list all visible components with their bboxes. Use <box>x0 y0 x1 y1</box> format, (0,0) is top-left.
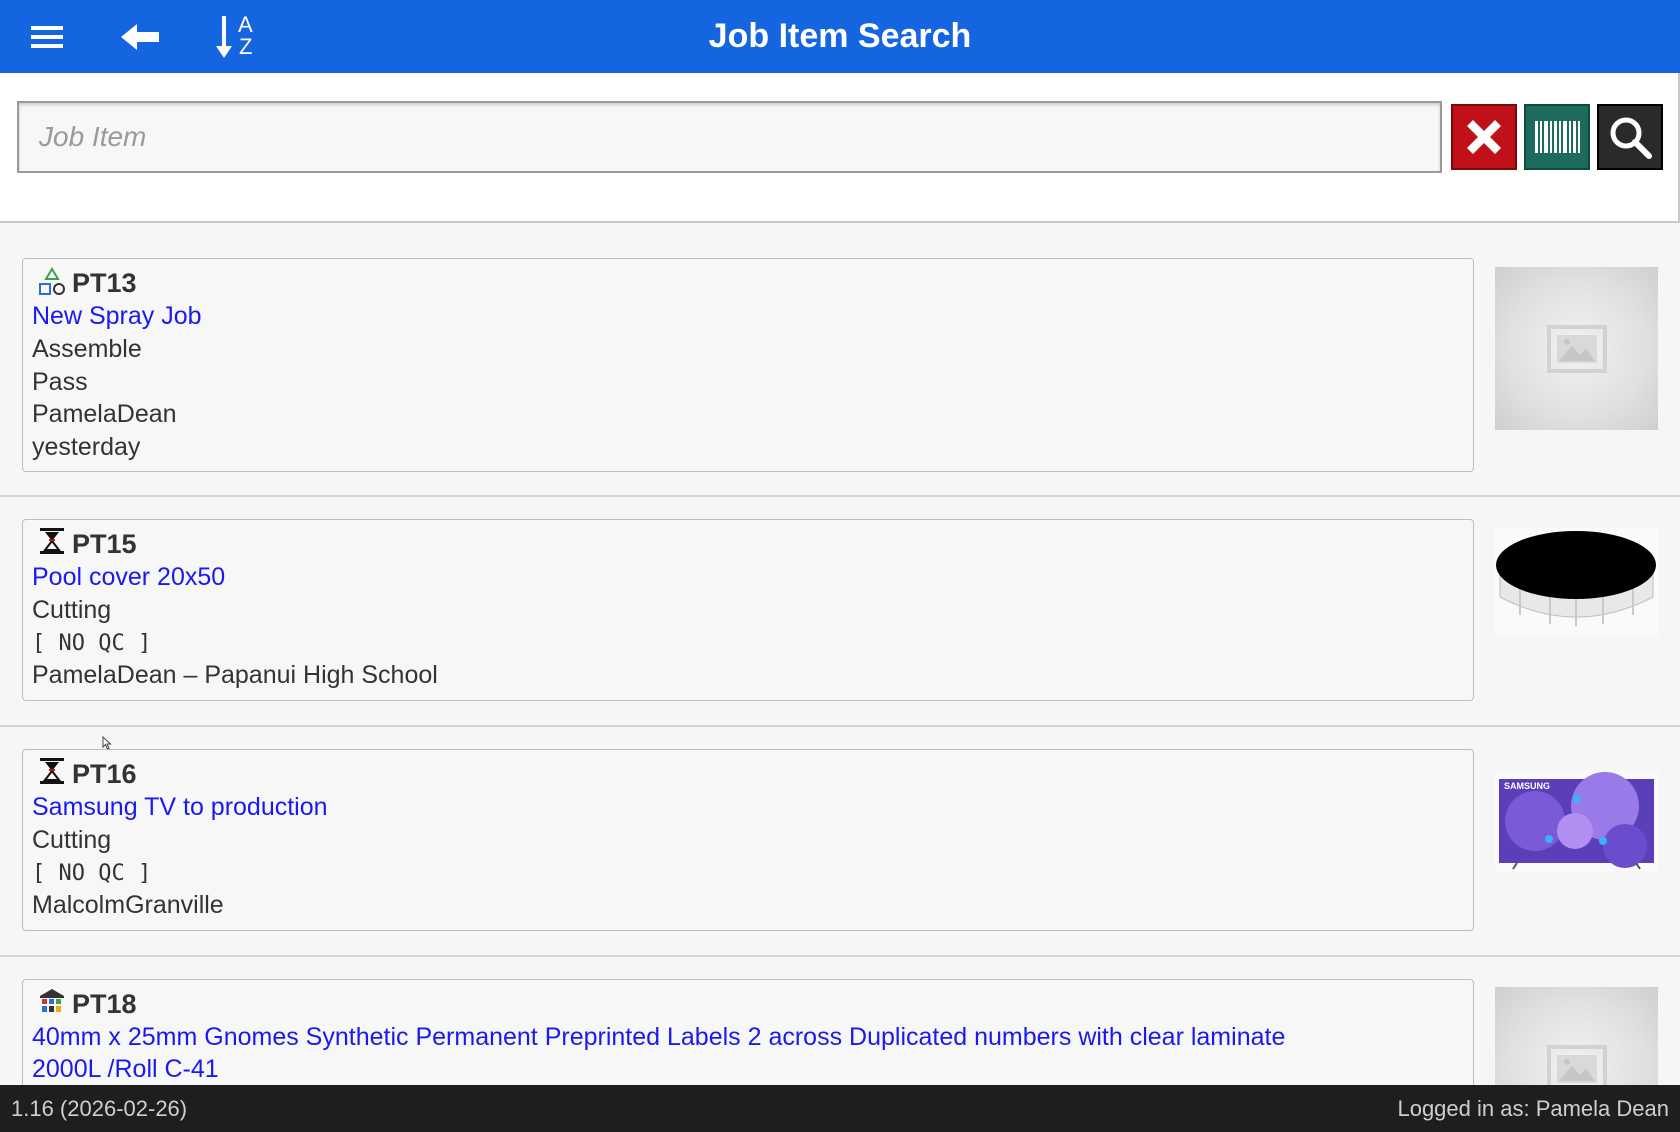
job-item-description[interactable]: Samsung TV to production <box>32 793 328 822</box>
job-item-qc-status: Pass <box>32 368 88 396</box>
pool-cover-image[interactable] <box>1495 527 1658 637</box>
samsung-tv-image[interactable]: SAMSUNG <box>1495 771 1658 871</box>
barcode-scan-button[interactable] <box>1524 104 1590 170</box>
results-list: PT13 New Spray Job Assemble Pass PamelaD… <box>0 223 1680 1085</box>
no-qc-badge: [ NO QC ] <box>32 631 152 656</box>
job-item-description[interactable]: Pool cover 20x50 <box>32 563 225 592</box>
barcode-icon <box>1535 121 1580 153</box>
job-item-code: PT18 <box>72 989 137 1019</box>
logged-in-user: Logged in as: Pamela Dean <box>1397 1096 1669 1121</box>
mouse-cursor-icon <box>102 736 112 750</box>
job-item-stage: Cutting <box>32 596 112 624</box>
job-item-description[interactable]: 40mm x 25mm Gnomes Synthetic Permanent P… <box>32 1023 1285 1052</box>
job-item-card[interactable]: PT13 New Spray Job Assemble Pass PamelaD… <box>22 258 1474 472</box>
app-version: 1.16 (2026-02-26) <box>11 1096 188 1121</box>
factory-icon <box>40 989 64 1012</box>
list-item[interactable]: PT13 New Spray Job Assemble Pass PamelaD… <box>0 223 1680 497</box>
clear-button[interactable] <box>1451 104 1517 170</box>
back-arrow-icon[interactable] <box>118 14 164 60</box>
top-bar: Job Item Search A Z <box>0 0 1680 73</box>
list-item[interactable]: PT15 Pool cover 20x50 Cutting [ NO QC ] … <box>0 497 1680 727</box>
tv-brand-label: SAMSUNG <box>1504 781 1551 791</box>
job-item-code: PT15 <box>72 529 137 559</box>
search-row <box>0 73 1680 223</box>
job-item-stage: Assemble <box>32 335 142 363</box>
list-item[interactable]: PT16 Samsung TV to production Cutting [ … <box>0 727 1680 957</box>
cutting-icon <box>40 758 64 784</box>
job-item-code: PT16 <box>72 759 137 789</box>
cutting-icon <box>40 528 64 554</box>
job-item-stage: Cutting <box>32 826 112 854</box>
search-button[interactable] <box>1597 104 1663 170</box>
sort-letter-z: Z <box>239 34 253 59</box>
job-item-card[interactable]: PT18 40mm x 25mm Gnomes Synthetic Perman… <box>22 979 1474 1085</box>
placeholder-image-icon[interactable] <box>1495 987 1658 1085</box>
sort-az-icon[interactable]: A Z <box>214 12 264 60</box>
menu-icon[interactable] <box>24 14 70 60</box>
job-item-card[interactable]: PT15 Pool cover 20x50 Cutting [ NO QC ] … <box>22 519 1474 701</box>
search-icon <box>1610 117 1652 159</box>
job-item-code: PT13 <box>72 268 137 298</box>
job-item-time: yesterday <box>32 433 141 461</box>
job-item-description[interactable]: New Spray Job <box>32 302 202 331</box>
job-item-search-input[interactable] <box>17 101 1442 173</box>
job-item-user-customer: PamelaDean – Papanui High School <box>32 661 438 689</box>
job-item-description-cont[interactable]: 2000L /Roll C-41 <box>32 1055 219 1084</box>
job-item-card[interactable]: PT16 Samsung TV to production Cutting [ … <box>22 749 1474 931</box>
shapes-icon <box>39 267 65 295</box>
job-item-user: MalcolmGranville <box>32 891 224 919</box>
close-icon <box>1467 120 1501 154</box>
job-item-user: PamelaDean <box>32 400 177 428</box>
list-item[interactable]: PT18 40mm x 25mm Gnomes Synthetic Perman… <box>0 957 1680 1085</box>
no-qc-badge: [ NO QC ] <box>32 861 152 886</box>
placeholder-image-icon[interactable] <box>1495 267 1658 430</box>
status-footer: 1.16 (2026-02-26) Logged in as: Pamela D… <box>0 1085 1680 1132</box>
